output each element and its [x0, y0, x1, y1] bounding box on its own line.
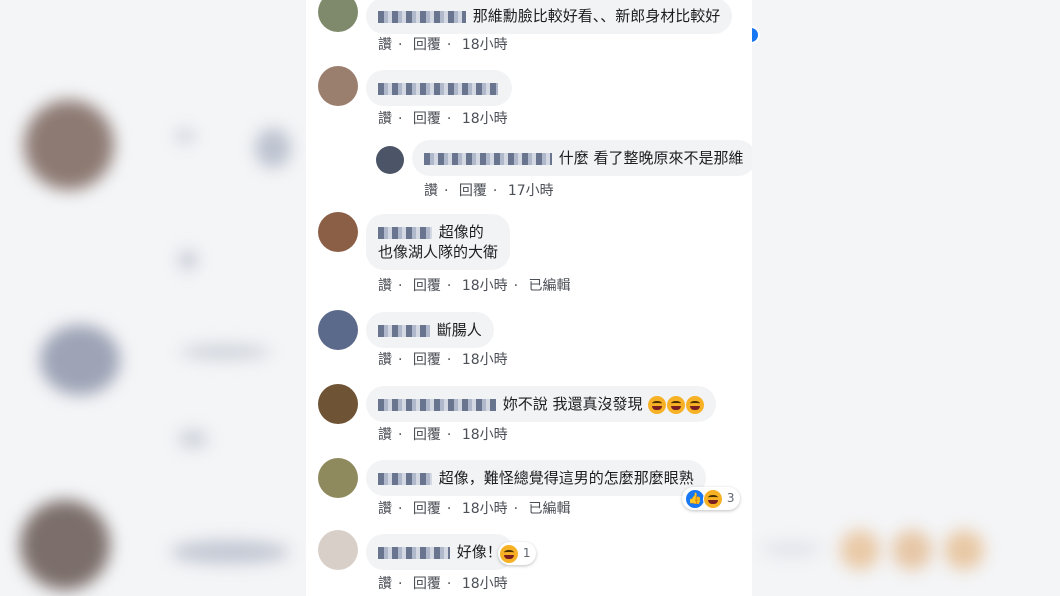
timestamp[interactable]: 18小時 — [462, 427, 508, 443]
comment-actions: 讚 · 回覆 · 17小時 — [424, 183, 554, 199]
comment-bubble: 超像的 也像湖人隊的大衛 — [366, 214, 511, 270]
timestamp[interactable]: 18小時 — [462, 576, 508, 592]
comment-actions: 讚 · 回覆 · 18小時 · 已編輯 — [378, 278, 571, 294]
avatar[interactable] — [318, 66, 358, 106]
reply-button[interactable]: 回覆 — [459, 183, 487, 199]
avatar[interactable] — [318, 458, 358, 498]
blurred-background-right — [752, 0, 1060, 596]
timestamp[interactable]: 18小時 — [462, 501, 508, 517]
reply-button[interactable]: 回覆 — [413, 576, 441, 592]
reply-bubble: 什麼 看了整晚原來不是那維 — [412, 140, 752, 176]
redacted-name[interactable] — [424, 152, 552, 165]
like-button[interactable]: 讚 — [378, 501, 392, 517]
blurred-avatar — [40, 325, 120, 395]
reply-button[interactable]: 回覆 — [413, 501, 441, 517]
comment-actions: 讚 · 回覆 · 18小時 — [378, 427, 508, 443]
comment-actions: 讚 · 回覆 · 18小時 — [378, 111, 508, 127]
like-button[interactable]: 讚 — [378, 427, 392, 443]
avatar[interactable] — [318, 384, 358, 424]
timestamp[interactable]: 18小時 — [462, 111, 508, 127]
reply-button[interactable]: 回覆 — [413, 37, 441, 53]
comment-text: 好像！ — [456, 543, 502, 561]
blurred-text — [178, 430, 208, 448]
blurred-text — [175, 130, 195, 142]
reply-button[interactable]: 回覆 — [413, 278, 441, 294]
redacted-name[interactable] — [378, 398, 496, 411]
comment-bubble — [366, 70, 512, 106]
comment-actions: 讚 · 回覆 · 18小時 — [378, 37, 508, 53]
reaction-summary[interactable]: 👍 3 — [682, 487, 741, 510]
like-button[interactable]: 讚 — [424, 183, 438, 199]
avatar[interactable] — [318, 310, 358, 350]
like-button[interactable]: 讚 — [378, 37, 392, 53]
redacted-name[interactable] — [378, 226, 432, 239]
comment-actions: 讚 · 回覆 · 18小時 — [378, 576, 508, 592]
blurred-text — [255, 128, 291, 168]
rofl-emoji-icon — [686, 395, 705, 414]
rofl-emoji-icon — [648, 395, 667, 414]
like-button[interactable]: 讚 — [378, 278, 392, 294]
reply-button[interactable]: 回覆 — [413, 111, 441, 127]
like-button[interactable]: 讚 — [378, 576, 392, 592]
reply-button[interactable]: 回覆 — [413, 352, 441, 368]
reaction-count: 1 — [522, 546, 531, 560]
reaction-count: 3 — [726, 491, 735, 505]
like-button[interactable]: 讚 — [378, 352, 392, 368]
comment-bubble: 斷腸人 — [366, 312, 494, 348]
blurred-text — [170, 540, 290, 564]
rofl-emoji-icon — [667, 395, 686, 414]
comment-text-line1: 超像的 — [438, 223, 484, 241]
like-button[interactable]: 讚 — [378, 111, 392, 127]
comment-text: 妳不說 我還真沒發現 — [502, 395, 643, 413]
reply-button[interactable]: 回覆 — [413, 427, 441, 443]
redacted-name[interactable] — [378, 546, 450, 559]
comment-actions: 讚 · 回覆 · 18小時 · 已編輯 — [378, 501, 571, 517]
comment-text: 斷腸人 — [436, 321, 482, 339]
haha-reaction-icon — [499, 543, 519, 564]
reaction-summary[interactable]: 1 — [498, 542, 537, 565]
comment-text: 那維勳臉比較好看、、新郎身材比較好 — [472, 7, 721, 25]
blurred-text — [180, 345, 270, 359]
avatar[interactable] — [318, 212, 358, 252]
timestamp[interactable]: 17小時 — [508, 183, 554, 199]
comment-bubble: 妳不說 我還真沒發現 — [366, 386, 717, 422]
avatar[interactable] — [318, 530, 358, 570]
comment-text: 超像，難怪總覺得這男的怎麼那麼眼熟 — [438, 469, 694, 487]
blurred-avatar — [24, 100, 114, 190]
comment-text: 什麼 看了整晚原來不是那維 — [558, 149, 744, 167]
blurred-text — [178, 250, 198, 270]
blurred-avatar — [840, 530, 880, 570]
redacted-name[interactable] — [378, 324, 430, 337]
timestamp[interactable]: 18小時 — [462, 37, 508, 53]
blurred-avatar — [20, 500, 110, 590]
redacted-name[interactable] — [378, 10, 466, 23]
avatar[interactable] — [376, 146, 404, 174]
comment-panel: 那維勳臉比較好看、、新郎身材比較好 讚 · 回覆 · 18小時 讚 · 回覆 · 18小… — [306, 0, 752, 596]
redacted-name[interactable] — [378, 82, 498, 95]
blurred-avatar — [892, 530, 932, 570]
like-reaction-icon: 👍 — [685, 488, 705, 509]
haha-reaction-icon — [703, 488, 723, 509]
comment-bubble: 超像，難怪總覺得這男的怎麼那麼眼熟 — [366, 460, 706, 496]
blurred-avatar — [944, 530, 984, 570]
blurred-text — [762, 542, 822, 556]
redacted-name[interactable] — [378, 472, 432, 485]
timestamp[interactable]: 18小時 — [462, 352, 508, 368]
comment-bubble: 好像！ — [366, 534, 514, 570]
edited-label[interactable]: 已編輯 — [529, 501, 571, 517]
comment-text-line2: 也像湖人隊的大衛 — [378, 243, 499, 261]
blurred-background-left — [0, 0, 306, 596]
edited-label[interactable]: 已編輯 — [529, 278, 571, 294]
timestamp[interactable]: 18小時 — [462, 278, 508, 294]
comment-actions: 讚 · 回覆 · 18小時 — [378, 352, 508, 368]
comment-bubble: 那維勳臉比較好看、、新郎身材比較好 — [366, 0, 733, 34]
avatar[interactable] — [318, 0, 358, 32]
